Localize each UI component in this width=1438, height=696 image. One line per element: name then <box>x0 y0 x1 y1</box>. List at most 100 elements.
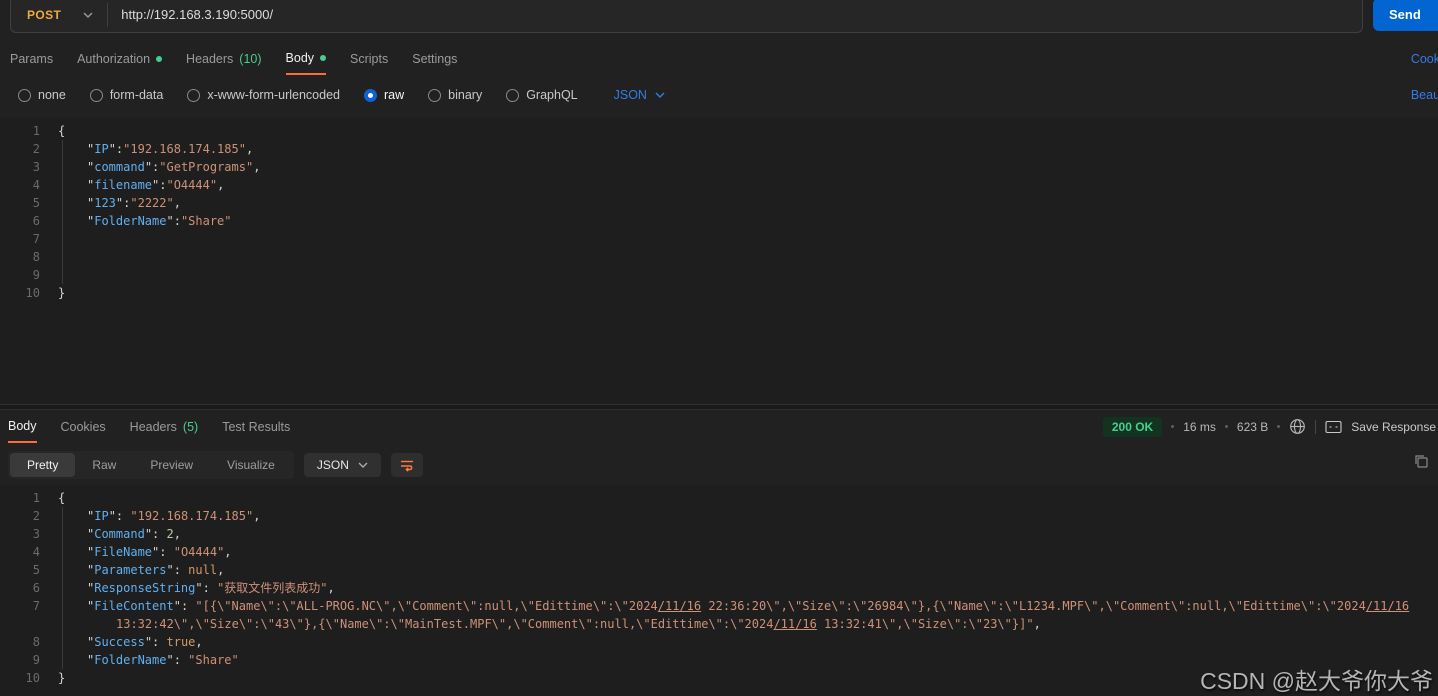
tab-params[interactable]: Params <box>10 42 53 75</box>
tab-label: Body <box>285 50 315 65</box>
request-body-editor[interactable]: 1{2 "IP":"192.168.174.185", 3 "command":"Ge… <box>0 118 1438 404</box>
code-token: FolderName <box>94 214 167 228</box>
body-type-graphql[interactable]: GraphQL <box>506 88 578 102</box>
code-line: 13:32:42\",\"Size\":\"43\"},{\"Name\":\"… <box>0 615 1438 633</box>
code-content: "filename":"O4444", <box>40 176 224 194</box>
code-link[interactable]: /11/16 <box>658 599 701 613</box>
body-type-bar: none form-data x-www-form-urlencoded raw bin… <box>0 80 1438 110</box>
line-number: 6 <box>32 581 40 595</box>
tab-label: Settings <box>412 51 458 66</box>
code-token: 13:32:41\",\"Size\":\"23\"}]" <box>816 617 1034 631</box>
code-link[interactable]: /11/16 <box>773 617 816 631</box>
method-selector[interactable]: POST <box>11 8 61 22</box>
code-token: ": <box>152 545 174 559</box>
code-content: "IP":"192.168.174.185", <box>40 140 253 158</box>
tab-label: Headers <box>186 51 234 66</box>
response-meta: 200 OK 16 ms 623 B Save Response <box>1102 410 1438 443</box>
response-tab-test-results[interactable]: Test Results <box>222 410 290 443</box>
line-number: 7 <box>32 232 40 246</box>
code-token: , <box>245 142 254 156</box>
code-token: { <box>58 491 66 505</box>
code-line: 4 "filename":"O4444", <box>0 176 1438 194</box>
code-token: ": <box>144 527 167 541</box>
radio-label: none <box>38 88 66 102</box>
tab-label: Params <box>10 51 54 66</box>
radio-label: x-www-form-urlencoded <box>207 88 340 102</box>
response-tab-headers[interactable]: Headers (5) <box>130 410 199 443</box>
code-token: command <box>94 160 145 174</box>
code-content: "FileName": "O4444", <box>40 543 232 561</box>
code-content <box>40 248 87 266</box>
view-tab-pretty[interactable]: Pretty <box>10 453 76 477</box>
code-content: "Parameters": null, <box>40 561 224 579</box>
tab-headers[interactable]: Headers (10) <box>186 42 261 75</box>
code-token: Parameters <box>94 563 167 577</box>
code-token: true <box>166 635 196 649</box>
code-token: "Share" <box>180 214 232 228</box>
tab-settings[interactable]: Settings <box>412 42 457 75</box>
body-type-none[interactable]: none <box>18 88 66 102</box>
view-tab-visualize[interactable]: Visualize <box>210 453 292 477</box>
code-token: Success <box>94 635 145 649</box>
beautify-link[interactable]: Beautify <box>1411 88 1438 102</box>
code-token: ": <box>195 581 218 595</box>
indent-guide <box>62 140 63 284</box>
body-type-binary[interactable]: binary <box>428 88 482 102</box>
body-type-form-data[interactable]: form-data <box>89 88 163 102</box>
view-tab-preview[interactable]: Preview <box>133 453 210 477</box>
tab-scripts[interactable]: Scripts <box>350 42 388 75</box>
save-response-button[interactable]: Save Response <box>1351 420 1436 434</box>
line-number: 1 <box>32 491 40 505</box>
code-token: ": <box>166 653 189 667</box>
tab-label: Body <box>8 418 37 433</box>
line-number: 3 <box>32 160 40 174</box>
code-token: "O4444" <box>166 178 218 192</box>
radio-icon <box>18 88 31 102</box>
code-token: , <box>217 178 225 192</box>
cookies-link[interactable]: Cookies <box>1411 52 1438 66</box>
status-badge: 200 OK <box>1102 416 1163 437</box>
request-format-selector[interactable]: JSON <box>614 88 665 102</box>
body-type-raw[interactable]: raw <box>364 88 404 102</box>
line-number: 7 <box>32 599 40 613</box>
code-content: 13:32:42\",\"Size\":\"43\"},{\"Name\":\"… <box>40 615 1041 633</box>
tab-body[interactable]: Body <box>285 42 327 75</box>
view-tab-raw[interactable]: Raw <box>75 453 133 477</box>
code-token: , <box>217 563 225 577</box>
line-number: 4 <box>32 545 40 559</box>
response-size: 623 B <box>1236 419 1269 434</box>
code-line: 7 "FileContent": "[{\"Name\":\"ALL-PROG.N… <box>0 597 1438 615</box>
code-token: } <box>58 286 66 300</box>
response-tab-body[interactable]: Body <box>8 410 37 443</box>
code-token: ": <box>108 142 124 156</box>
response-tab-cookies[interactable]: Cookies <box>61 410 106 443</box>
body-type-x-www-form-urlencoded[interactable]: x-www-form-urlencoded <box>187 88 340 102</box>
tab-authorization[interactable]: Authorization <box>77 42 163 75</box>
code-token: IP <box>94 142 109 156</box>
code-token: FileContent <box>94 599 174 613</box>
code-link[interactable]: /11/16 <box>1366 599 1409 613</box>
tab-label: Test Results <box>222 419 291 434</box>
save-response-icon[interactable] <box>1325 420 1342 434</box>
dot-separator <box>1277 425 1281 428</box>
radio-icon <box>187 88 201 102</box>
network-globe-icon[interactable] <box>1289 418 1306 435</box>
radio-label: raw <box>384 88 405 102</box>
copy-icon[interactable] <box>1413 453 1429 469</box>
chevron-down-icon[interactable] <box>83 12 93 18</box>
url-box: POST http://192.168.3.190:5000/ <box>10 0 1363 33</box>
code-token: "获取文件列表成功" <box>217 581 328 595</box>
word-wrap-icon[interactable] <box>390 453 423 477</box>
code-token: ": <box>166 214 181 228</box>
code-token: Command <box>94 527 145 541</box>
send-button[interactable]: Send <box>1373 0 1438 31</box>
divider <box>1315 419 1317 434</box>
code-token: FolderName <box>94 653 167 667</box>
code-token: ": <box>115 196 131 210</box>
url-input[interactable]: http://192.168.3.190:5000/ <box>108 7 273 22</box>
radio-icon <box>506 88 520 102</box>
line-number: 10 <box>25 286 40 300</box>
code-token: , <box>253 509 261 523</box>
response-format-selector[interactable]: JSON <box>303 453 381 477</box>
code-token: "O4444" <box>173 545 225 559</box>
